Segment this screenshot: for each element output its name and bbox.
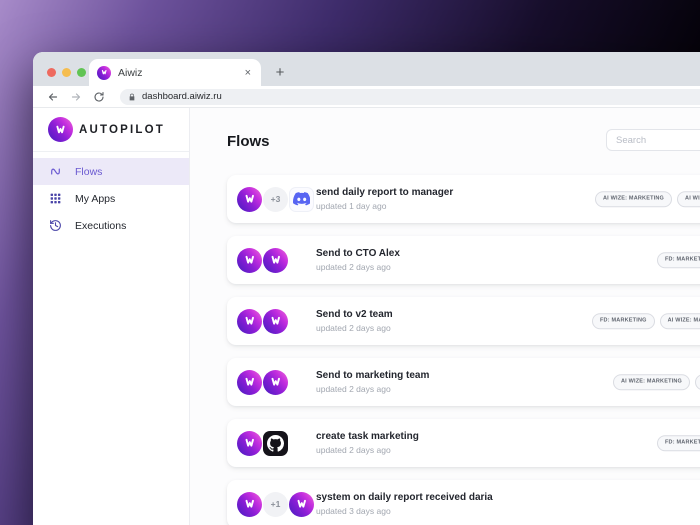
flow-avatars: +1 bbox=[237, 491, 316, 517]
flow-avatars: +3 bbox=[237, 186, 316, 212]
flow-list: +3 send daily report to manager updated … bbox=[227, 175, 700, 525]
tab-title: Aiwiz bbox=[118, 66, 143, 79]
reload-icon[interactable] bbox=[91, 91, 107, 103]
autopilot-logo-icon bbox=[48, 117, 73, 142]
flow-title: system on daily report received daria bbox=[316, 492, 493, 503]
aiwiz-logo-avatar bbox=[237, 186, 262, 212]
flow-tag: FD: MARKETING bbox=[592, 313, 655, 329]
sidebar-item-flows[interactable]: Flows bbox=[33, 158, 189, 185]
window-controls bbox=[47, 68, 86, 77]
aiwiz-logo-avatar bbox=[263, 247, 288, 273]
flow-tags: FD: MARKETING bbox=[657, 435, 700, 451]
brand: AUTOPILOT bbox=[33, 108, 189, 152]
flows-icon bbox=[49, 165, 62, 178]
aiwiz-logo-avatar bbox=[263, 308, 288, 334]
aiwiz-logo-avatar bbox=[289, 491, 314, 517]
flow-tag: FD: MARKETING bbox=[657, 435, 700, 451]
aiwiz-logo-avatar bbox=[237, 430, 262, 456]
aiwiz-logo-avatar bbox=[263, 369, 288, 395]
flow-tags: AI WIZE: MARKETING AI WIZ bbox=[613, 374, 700, 390]
flow-tag: FD: MARKETING bbox=[657, 252, 700, 268]
aiwiz-logo-avatar bbox=[237, 369, 262, 395]
browser-tab[interactable]: Aiwiz × bbox=[89, 59, 261, 86]
flow-meta: Send to CTO Alex updated 2 days ago bbox=[316, 248, 700, 272]
grid-icon bbox=[49, 192, 62, 205]
flow-updated: updated 2 days ago bbox=[316, 262, 391, 272]
flow-card[interactable]: +3 send daily report to manager updated … bbox=[227, 175, 700, 223]
search-input[interactable] bbox=[606, 129, 700, 151]
flow-meta: system on daily report received daria up… bbox=[316, 492, 700, 516]
history-icon bbox=[49, 219, 62, 232]
avatar-count-badge: +1 bbox=[263, 491, 288, 517]
flow-tags: FD: MARKETING bbox=[657, 252, 700, 268]
sidebar-item-label: Flows bbox=[75, 165, 103, 178]
browser-address-bar: dashboard.aiwiz.ru bbox=[33, 86, 700, 108]
flow-updated: updated 2 days ago bbox=[316, 445, 391, 455]
maximize-window-button[interactable] bbox=[77, 68, 86, 77]
flow-avatars bbox=[237, 308, 316, 334]
flow-tags: AI WIZE: MARKETINGAI WIZE: MAN bbox=[595, 191, 700, 207]
sidebar-item-my-apps[interactable]: My Apps bbox=[33, 185, 189, 212]
back-icon[interactable] bbox=[45, 91, 61, 103]
new-tab-button[interactable]: + bbox=[271, 63, 289, 81]
sidebar-item-executions[interactable]: Executions bbox=[33, 212, 189, 239]
url-text: dashboard.aiwiz.ru bbox=[142, 91, 222, 102]
flow-tag: AI WIZE: MARKETING bbox=[595, 191, 673, 207]
main-panel: Flows +3 send daily report to manager up… bbox=[190, 108, 700, 525]
flow-meta: create task marketing updated 2 days ago bbox=[316, 431, 700, 455]
flow-title: create task marketing bbox=[316, 431, 419, 442]
flow-tag: AI WIZ bbox=[695, 374, 700, 390]
flow-tags: FD: MARKETINGAI WIZE: MARKETIN bbox=[592, 313, 700, 329]
aiwiz-logo-avatar bbox=[237, 247, 262, 273]
flow-card[interactable]: +1 system on daily report received daria… bbox=[227, 480, 700, 525]
forward-icon[interactable] bbox=[68, 91, 84, 103]
close-tab-icon[interactable]: × bbox=[243, 67, 253, 79]
flow-title: Send to CTO Alex bbox=[316, 248, 400, 259]
browser-tab-bar: Aiwiz × + bbox=[33, 52, 700, 86]
brand-name: AUTOPILOT bbox=[79, 123, 166, 136]
flow-card[interactable]: Send to marketing team updated 2 days ag… bbox=[227, 358, 700, 406]
sidebar-nav: Flows My Apps Executions bbox=[33, 152, 189, 239]
flow-avatars bbox=[237, 369, 316, 395]
flow-avatars bbox=[237, 430, 316, 456]
lock-icon bbox=[129, 93, 135, 100]
flow-card[interactable]: Send to v2 team updated 2 days ago FD: M… bbox=[227, 297, 700, 345]
app-content: AUTOPILOT Flows My Apps Executions Flows… bbox=[33, 108, 700, 525]
flow-card[interactable]: create task marketing updated 2 days ago… bbox=[227, 419, 700, 467]
flow-avatars bbox=[237, 247, 316, 273]
flow-updated: updated 3 days ago bbox=[316, 506, 391, 516]
github-icon bbox=[263, 430, 288, 456]
url-field[interactable]: dashboard.aiwiz.ru bbox=[120, 88, 700, 105]
browser-window: Aiwiz × + dashboard.aiwiz.ru AUTOPILOT F… bbox=[33, 52, 700, 525]
sidebar-item-label: My Apps bbox=[75, 192, 116, 205]
flow-tag: AI WIZE: MAN bbox=[677, 191, 700, 207]
flow-card[interactable]: Send to CTO Alex updated 2 days ago FD: … bbox=[227, 236, 700, 284]
flow-tag: AI WIZE: MARKETIN bbox=[659, 313, 700, 329]
aiwiz-logo-avatar bbox=[237, 491, 262, 517]
discord-icon bbox=[289, 186, 314, 212]
aiwiz-favicon-icon bbox=[97, 65, 111, 80]
aiwiz-logo-avatar bbox=[237, 308, 262, 334]
close-window-button[interactable] bbox=[47, 68, 56, 77]
avatar-count-badge: +3 bbox=[263, 186, 288, 212]
sidebar-item-label: Executions bbox=[75, 219, 127, 232]
sidebar: AUTOPILOT Flows My Apps Executions bbox=[33, 108, 190, 525]
flow-tag: AI WIZE: MARKETING bbox=[613, 374, 691, 390]
minimize-window-button[interactable] bbox=[62, 68, 71, 77]
